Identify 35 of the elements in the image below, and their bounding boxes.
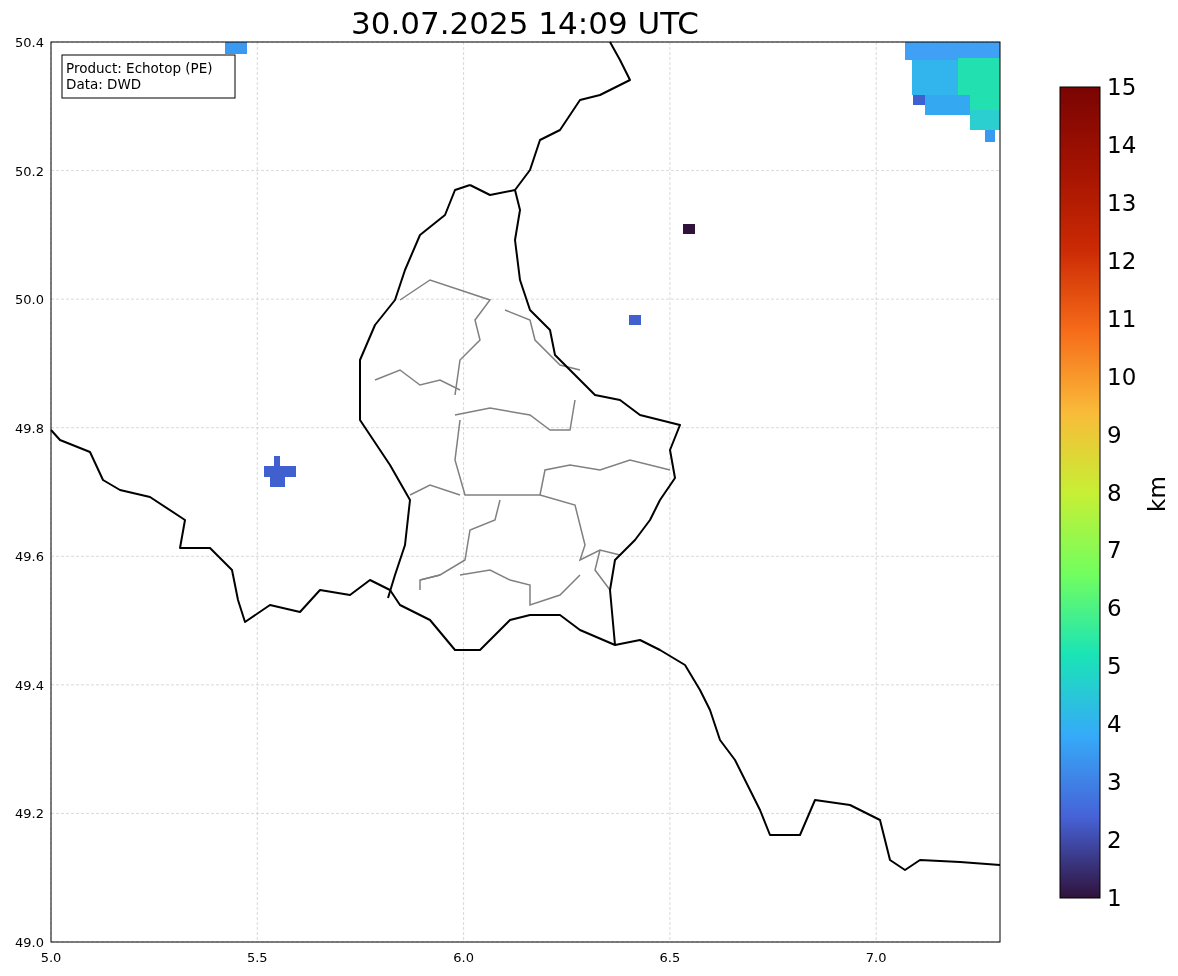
legend-text: Data: DWD xyxy=(66,76,142,92)
axis-tick-label: 49.0 xyxy=(15,935,44,950)
colorbar-tick-label: 13 xyxy=(1107,189,1137,216)
axis-tick-label: 49.4 xyxy=(15,677,44,693)
axis-tick-label: 5.0 xyxy=(40,950,62,965)
axis-tick-label: 49.6 xyxy=(15,549,44,565)
axis-tick-label: 49.8 xyxy=(15,420,44,436)
radar-echo xyxy=(683,224,695,234)
axis-tick-label: 6.5 xyxy=(659,950,681,965)
colorbar-tick-label: 8 xyxy=(1107,479,1122,506)
radar-echo xyxy=(629,315,641,325)
axis-tick-label: 5.5 xyxy=(246,950,268,965)
colorbar-tick-label: 7 xyxy=(1107,537,1122,564)
colorbar-tick-label: 1 xyxy=(1107,885,1122,911)
axis-tick-label: 6.0 xyxy=(453,950,474,965)
radar-echo xyxy=(264,456,296,487)
colorbar-tick-label: 6 xyxy=(1107,595,1122,622)
axis-tick-label: 50.0 xyxy=(15,292,44,308)
colorbar-tick-label: 14 xyxy=(1107,131,1137,158)
colorbar-tick-label: 15 xyxy=(1107,74,1137,100)
colorbar-tick-label: 11 xyxy=(1107,305,1137,332)
axis-tick-label: 50.4 xyxy=(15,35,44,50)
axis-tick-label: 7.0 xyxy=(865,950,887,965)
colorbar-tick-label: 9 xyxy=(1107,421,1122,448)
colorbar-tick-label: 12 xyxy=(1107,247,1137,274)
axis-tick-label: 49.2 xyxy=(15,806,44,822)
axis-tick-label: 50.2 xyxy=(15,163,44,179)
colorbar-tick-label: 3 xyxy=(1107,769,1122,796)
chart-title: 30.07.2025 14:09 UTC xyxy=(351,5,699,41)
colorbar-tick-label: 10 xyxy=(1107,363,1137,390)
colorbar-label: km xyxy=(1144,476,1170,512)
legend-text: Product: Echotop (PE) xyxy=(66,60,213,76)
colorbar-tick-label: 4 xyxy=(1107,711,1122,738)
colorbar-tick-label: 2 xyxy=(1107,827,1122,854)
colorbar-tick-label: 5 xyxy=(1107,653,1122,680)
